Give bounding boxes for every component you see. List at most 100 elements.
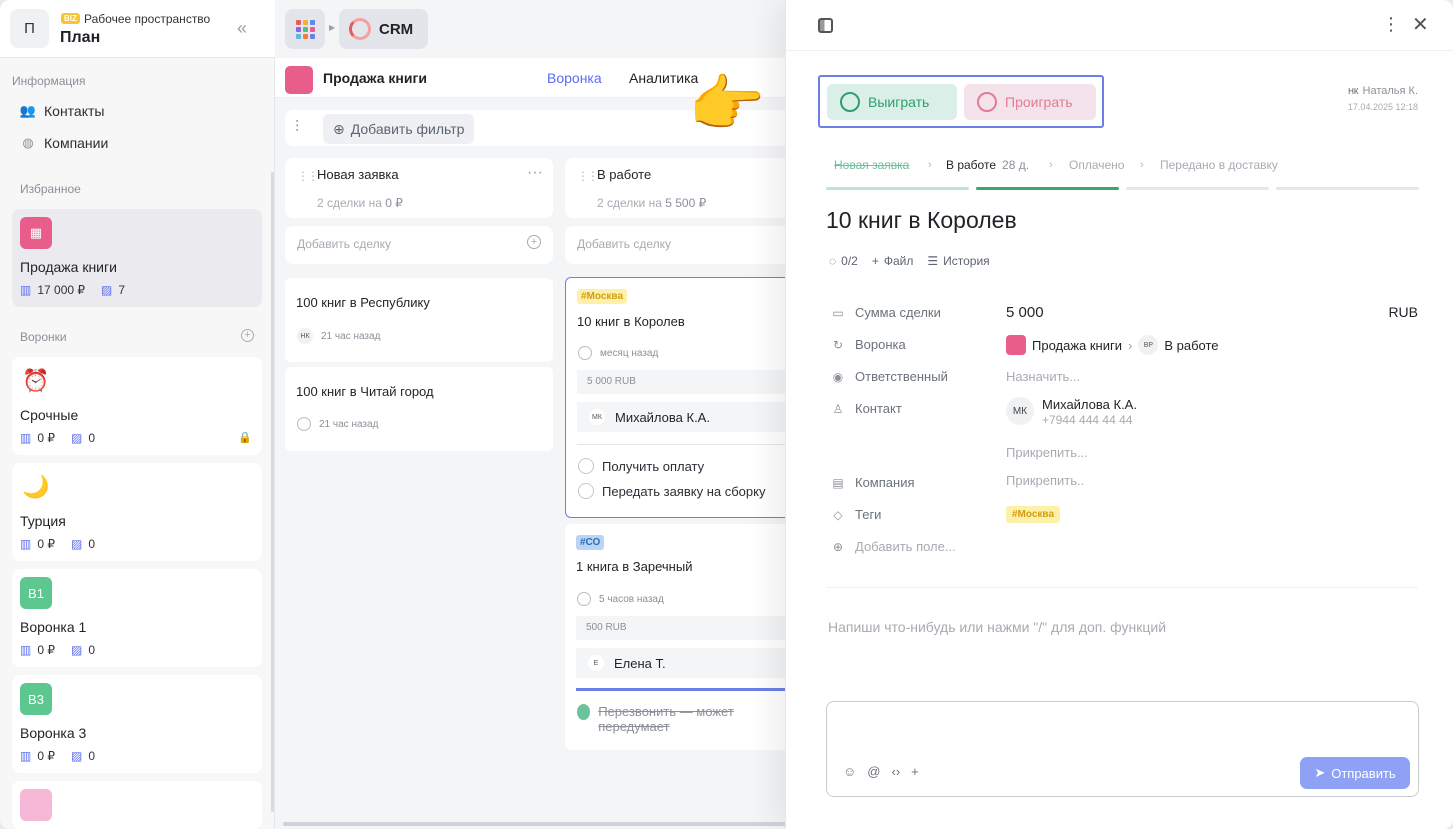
tag-badge: #Москва (577, 289, 628, 304)
favorites-section-title: Избранное (20, 182, 81, 196)
deal-card[interactable]: 100 книг в Читай город 21 час назад (285, 367, 553, 451)
stage-new-request[interactable]: Новая заявка (834, 158, 909, 172)
funnel-count: 0 (88, 431, 96, 445)
workspace-avatar[interactable]: П (10, 9, 49, 48)
stage-paid[interactable]: Оплачено (1069, 158, 1124, 172)
field-label-contact: ♙ Контакт (831, 401, 902, 416)
contact-avatar[interactable]: МК (1006, 397, 1034, 425)
deal-title[interactable]: 10 книг в Королев (826, 207, 1017, 234)
avatar: МК (589, 409, 605, 425)
task-item[interactable]: Передать заявку на сборку (578, 483, 765, 499)
summary-prefix: 2 сделки на (317, 196, 386, 210)
chevron-right-icon: ▶ (329, 23, 336, 32)
deals-icon: ▨ (101, 283, 113, 297)
sidebar-item-contacts[interactable]: 👥 Контакты (20, 103, 105, 119)
app-dot (302, 19, 308, 25)
check-circle-icon[interactable] (577, 704, 591, 720)
funnel-card-1[interactable]: В1 Воронка 1 ▥ 0 ₽ ▨ 0 (12, 569, 262, 667)
history-button[interactable]: ☰ История (927, 254, 989, 268)
workspace-name: План (60, 29, 101, 46)
app-dot (309, 26, 315, 32)
checkbox-circle-icon[interactable] (578, 483, 594, 499)
plus-icon[interactable]: + (911, 764, 919, 779)
add-file-button[interactable]: + Файл (872, 254, 914, 268)
workspace-header[interactable]: П BIZ Рабочее пространство План « (0, 0, 275, 58)
board-horizontal-scrollbar[interactable] (283, 822, 793, 826)
win-lose-group: Выиграть Проиграть (818, 75, 1104, 128)
send-button[interactable]: ➤ Отправить (1300, 757, 1410, 789)
stage-in-progress[interactable]: В работе 28 д. (946, 158, 1029, 172)
author-name: Наталья К. (1362, 85, 1418, 97)
crm-app-button[interactable]: CRM (339, 9, 428, 49)
summary-amount: 0 ₽ (385, 196, 403, 210)
drag-handle-icon[interactable]: ⋮⋮ (577, 169, 599, 183)
favorite-funnel-card[interactable]: ▦ Продажа книги ▥ 17 000 ₽ ▨ 7 (12, 209, 262, 307)
avatar: Е (588, 655, 604, 671)
tag-badge[interactable]: #Москва (1006, 506, 1061, 523)
close-icon[interactable]: ✕ (1412, 12, 1429, 37)
funnel-card-partial[interactable] (12, 781, 262, 829)
checkbox-circle-icon[interactable] (578, 458, 594, 474)
add-funnel-icon[interactable]: + (241, 329, 254, 342)
column-title: Новая заявка (317, 167, 399, 182)
funnel-name: Воронка 1 (20, 619, 87, 635)
currency-value[interactable]: RUB (1388, 304, 1418, 320)
stage-delivered[interactable]: Передано в доставку (1160, 158, 1278, 172)
chevron-right-icon: › (1049, 159, 1053, 171)
sum-value[interactable]: 5 000 (1006, 304, 1044, 321)
funnel-value[interactable]: Продажа книги › ВР В работе (1006, 335, 1219, 355)
chevron-right-icon: › (1128, 337, 1133, 353)
label-text: Воронка (855, 337, 906, 352)
funnel-card-turkey[interactable]: 🌙 Турция ▥ 0 ₽ ▨ 0 (12, 463, 262, 561)
task-item-done[interactable]: Перезвонить — может передумает (577, 704, 767, 734)
lose-button[interactable]: Проиграть (964, 84, 1096, 120)
lock-icon: 🔒 (238, 432, 252, 444)
funnel-card-3[interactable]: В3 Воронка 3 ▥ 0 ₽ ▨ 0 (12, 675, 262, 773)
target-icon: ◉ (832, 369, 844, 384)
mention-icon[interactable]: @ (867, 764, 880, 779)
contact-name[interactable]: Михайлова К.А. (1042, 397, 1137, 412)
send-label: Отправить (1331, 765, 1396, 781)
add-filter-button[interactable]: ⊕ Добавить фильтр (323, 114, 475, 144)
more-vertical-icon[interactable]: ⋮ (1382, 14, 1400, 35)
add-field-button[interactable]: ⊕ Добавить поле... (831, 539, 956, 554)
drag-handle-icon[interactable]: ⋮⋮ (297, 169, 319, 183)
more-horizontal-icon[interactable]: ··· (527, 164, 543, 182)
app-dot (295, 19, 301, 25)
assign-owner-button[interactable]: Назначить... (1006, 369, 1080, 384)
sidebar-item-companies[interactable]: ◍ Компании (20, 135, 108, 151)
task-label: Передать заявку на сборку (602, 483, 766, 499)
label-text: Компания (855, 475, 915, 490)
emoji-icon[interactable]: ☺ (843, 764, 856, 779)
label-text: Контакт (855, 401, 902, 416)
sidebar-toggle-icon[interactable] (818, 18, 833, 33)
sliders-icon[interactable]: ⫶ (295, 119, 299, 137)
win-button[interactable]: Выиграть (827, 84, 957, 120)
info-section-title: Информация (12, 74, 86, 88)
pipeline-title: Продажа книги (323, 70, 427, 86)
double-chevron-left-icon[interactable]: « (237, 18, 247, 39)
contact-phone[interactable]: +7944 444 44 44 (1042, 413, 1132, 427)
stage-days: 28 д. (1002, 158, 1030, 172)
composer-tools: ☺ @ ‹› + (843, 764, 919, 779)
person-name: Елена Т. (614, 655, 666, 671)
funnel-count: 0 (88, 643, 96, 657)
tab-funnel[interactable]: Воронка (547, 70, 602, 86)
stage-avatar: ВР (1138, 335, 1159, 355)
comment-composer[interactable]: ☺ @ ‹› + ➤ Отправить (826, 701, 1419, 797)
funnel-stats: ▥ 0 ₽ ▨ 0 (20, 643, 95, 657)
task-item[interactable]: Получить оплату (578, 458, 704, 474)
funnel-card-urgent[interactable]: ⏰ Срочные ▥ 0 ₽ ▨ 0 🔒 (12, 357, 262, 455)
checklist-button[interactable]: ◌ 0/2 (829, 254, 858, 268)
calendar-icon: ▦ (20, 217, 52, 249)
attach-contact-button[interactable]: Прикрепить... (1006, 445, 1088, 460)
attach-company-button[interactable]: Прикрепить.. (1006, 473, 1084, 488)
sidebar-scrollbar[interactable] (271, 172, 274, 812)
column-summary: 2 сделки на 0 ₽ (317, 196, 403, 210)
deal-card[interactable]: 100 книг в Республику НК 21 час назад (285, 278, 553, 362)
funnel-amount: 17 000 ₽ (37, 283, 86, 297)
apps-grid-button[interactable] (285, 9, 325, 49)
add-deal-button[interactable]: Добавить сделку + (285, 226, 553, 264)
code-icon[interactable]: ‹› (891, 764, 900, 779)
plus-circle-icon: ⊕ (832, 539, 844, 554)
